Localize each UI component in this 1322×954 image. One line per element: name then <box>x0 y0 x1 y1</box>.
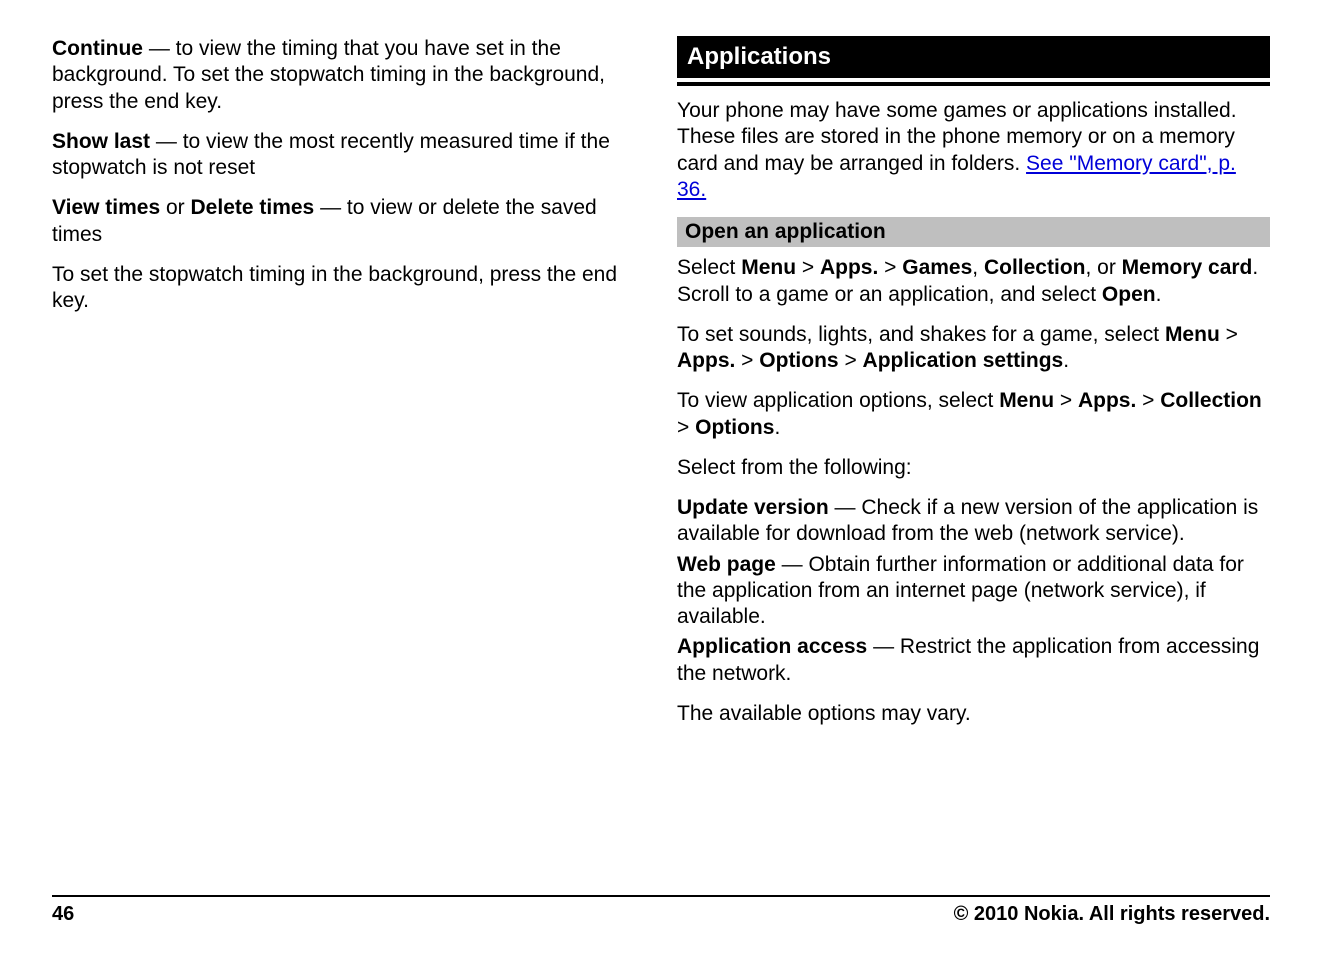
sep: > <box>1054 389 1078 412</box>
paragraph-app-options: To view application options, select Menu… <box>677 388 1270 441</box>
sep: , <box>972 256 984 279</box>
item-show-last: Show last — to view the most recently me… <box>52 129 645 182</box>
right-column: Applications Your phone may have some ga… <box>677 36 1270 883</box>
menu-path-games: Games <box>902 256 972 279</box>
paragraph-select-from: Select from the following: <box>677 455 1270 481</box>
term-update-version: Update version <box>677 496 829 519</box>
menu-path-apps: Apps. <box>677 349 735 372</box>
left-column: Continue — to view the timing that you h… <box>52 36 645 883</box>
text-set-sounds: To set sounds, lights, and shakes for a … <box>677 323 1165 346</box>
menu-path-menu: Menu <box>999 389 1054 412</box>
menu-path-options: Options <box>695 416 774 439</box>
menu-path-memory-card: Memory card <box>1122 256 1253 279</box>
item-continue: Continue — to view the timing that you h… <box>52 36 645 115</box>
term-delete-times: Delete times <box>191 196 315 219</box>
sep: > <box>735 349 759 372</box>
text-period: . <box>774 416 780 439</box>
paragraph-options-vary: The available options may vary. <box>677 701 1270 727</box>
term-view-times: View times <box>52 196 160 219</box>
menu-path-menu: Menu <box>741 256 796 279</box>
item-web-page: Web page — Obtain further information or… <box>677 552 1270 631</box>
menu-path-collection: Collection <box>984 256 1086 279</box>
menu-path-options: Options <box>759 349 838 372</box>
page-footer: 46 © 2010 Nokia. All rights reserved. <box>52 895 1270 926</box>
paragraph-background-timing: To set the stopwatch timing in the backg… <box>52 262 645 315</box>
text-select: Select <box>677 256 741 279</box>
menu-path-apps: Apps. <box>1078 389 1136 412</box>
sep: > <box>839 349 863 372</box>
term-application-access: Application access <box>677 635 867 658</box>
text-or: or <box>160 196 190 219</box>
sep: , or <box>1085 256 1121 279</box>
paragraph-app-settings: To set sounds, lights, and shakes for a … <box>677 322 1270 375</box>
two-column-layout: Continue — to view the timing that you h… <box>52 36 1270 883</box>
term-continue: Continue <box>52 37 143 60</box>
section-header-applications: Applications <box>677 36 1270 82</box>
text-period: . <box>1156 283 1162 306</box>
menu-path-application-settings: Application settings <box>863 349 1064 372</box>
sep: > <box>1220 323 1238 346</box>
item-application-access: Application access — Restrict the applic… <box>677 634 1270 687</box>
text-view-options: To view application options, select <box>677 389 999 412</box>
paragraph-open-app: Select Menu > Apps. > Games, Collection,… <box>677 255 1270 308</box>
page-number: 46 <box>52 903 74 926</box>
copyright-text: © 2010 Nokia. All rights reserved. <box>954 903 1270 926</box>
manual-page: Continue — to view the timing that you h… <box>0 0 1322 954</box>
item-update-version: Update version — Check if a new version … <box>677 495 1270 548</box>
text-period: . <box>1063 349 1069 372</box>
sep: > <box>1136 389 1160 412</box>
menu-path-menu: Menu <box>1165 323 1220 346</box>
term-show-last: Show last <box>52 130 150 153</box>
sub-header-open-application: Open an application <box>677 217 1270 247</box>
item-view-delete-times: View times or Delete times — to view or … <box>52 195 645 248</box>
sep: > <box>796 256 820 279</box>
menu-path-open: Open <box>1102 283 1156 306</box>
menu-path-collection: Collection <box>1160 389 1262 412</box>
sep: > <box>677 416 695 439</box>
paragraph-apps-intro: Your phone may have some games or applic… <box>677 98 1270 203</box>
sep: > <box>878 256 902 279</box>
menu-path-apps: Apps. <box>820 256 878 279</box>
term-web-page: Web page <box>677 553 776 576</box>
